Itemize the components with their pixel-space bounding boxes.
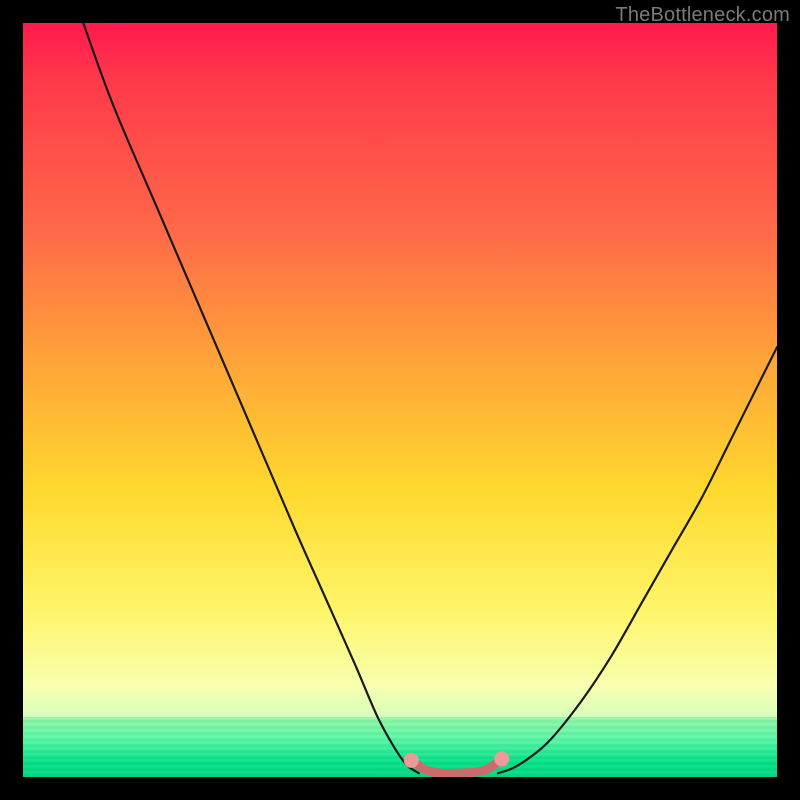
valley-endpoint-dot xyxy=(494,751,509,766)
valley-marker xyxy=(411,759,502,774)
watermark-text: TheBottleneck.com xyxy=(615,4,790,27)
right-curve xyxy=(498,347,777,773)
valley-endpoint-dot xyxy=(404,753,419,768)
curves-svg xyxy=(23,23,777,777)
plot-area xyxy=(23,23,777,777)
chart-stage: TheBottleneck.com xyxy=(0,0,800,800)
left-curve xyxy=(83,23,419,773)
